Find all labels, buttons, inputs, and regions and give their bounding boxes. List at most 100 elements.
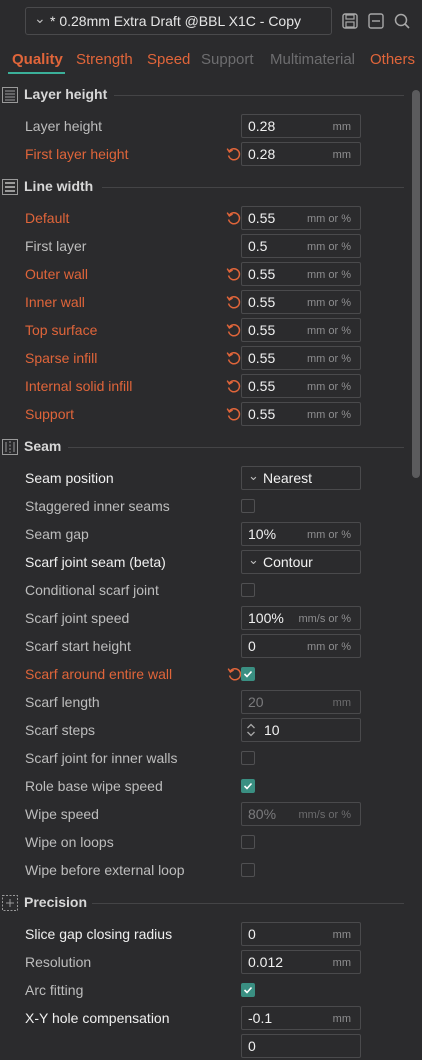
search-icon[interactable] <box>393 12 411 30</box>
tab-multimaterial[interactable]: Multimaterial <box>270 51 355 68</box>
field-unit: mm <box>332 121 351 133</box>
conditional-scarf-joint-checkbox[interactable] <box>241 583 255 597</box>
setting-label: Default <box>25 210 70 226</box>
section-divider <box>102 187 404 188</box>
scrollbar-thumb[interactable] <box>412 90 420 478</box>
xy-hole-compensation-input[interactable]: -0.1 mm <box>241 1006 361 1030</box>
setting-label: Scarf length <box>25 694 100 710</box>
setting-scarf-joint-inner-walls: Scarf joint for inner walls <box>0 744 404 772</box>
wipe-speed-input[interactable]: 80% mm/s or % <box>241 802 361 826</box>
section-title: Layer height <box>24 86 108 102</box>
field-value: 80% <box>248 806 277 822</box>
field-unit: mm/s or % <box>298 809 351 821</box>
setting-label: Role base wipe speed <box>25 778 163 794</box>
first-layer-height-input[interactable]: 0.28 mm <box>241 142 361 166</box>
role-base-wipe-speed-checkbox[interactable] <box>241 779 255 793</box>
field-value: 0.55 <box>248 322 276 338</box>
field-value: Contour <box>263 554 313 570</box>
setting-scarf-steps: Scarf steps 10 <box>0 716 404 744</box>
compare-icon[interactable] <box>367 12 385 30</box>
field-value: -0.1 <box>248 1010 273 1026</box>
setting-wipe-on-loops: Wipe on loops <box>0 828 404 856</box>
field-value: Nearest <box>263 470 313 486</box>
scarf-joint-seam-select[interactable]: ⌄ Contour <box>241 550 361 574</box>
partially-visible-input[interactable]: 0 <box>241 1034 361 1058</box>
section-title: Seam <box>24 438 62 454</box>
reset-icon[interactable] <box>226 322 242 338</box>
setting-label: Scarf around entire wall <box>25 666 173 682</box>
tab-speed[interactable]: Speed <box>147 51 190 68</box>
setting-label: Wipe speed <box>25 806 99 822</box>
resolution-input[interactable]: 0.012 mm <box>241 950 361 974</box>
field-unit: mm or % <box>307 529 351 541</box>
reset-icon[interactable] <box>226 350 242 366</box>
staggered-inner-seams-checkbox[interactable] <box>241 499 255 513</box>
field-value: 0.5 <box>248 238 268 254</box>
field-unit: mm or % <box>307 325 351 337</box>
reset-icon[interactable] <box>226 294 242 310</box>
save-icon[interactable] <box>341 12 359 30</box>
section-divider <box>92 903 404 904</box>
outer-wall-line-width-input[interactable]: 0.55 mm or % <box>241 262 361 286</box>
setting-label: First layer <box>25 238 87 254</box>
reset-icon[interactable] <box>226 146 242 162</box>
scarf-start-height-input[interactable]: 0 mm or % <box>241 634 361 658</box>
field-unit: mm/s or % <box>298 613 351 625</box>
scarf-around-entire-wall-checkbox[interactable] <box>241 667 255 681</box>
sparse-infill-line-width-input[interactable]: 0.55 mm or % <box>241 346 361 370</box>
field-value: 100% <box>248 610 284 626</box>
scarf-steps-stepper[interactable]: 10 <box>241 718 361 742</box>
top-surface-line-width-input[interactable]: 0.55 mm or % <box>241 318 361 342</box>
reset-icon[interactable] <box>226 378 242 394</box>
chevron-down-icon: ⌄ <box>248 552 259 567</box>
setting-label: Outer wall <box>25 266 89 282</box>
field-value: 0.28 <box>248 146 276 162</box>
scarf-length-input[interactable]: 20 mm <box>241 690 361 714</box>
setting-top-surface-line-width: Top surface 0.55 mm or % <box>0 316 404 344</box>
field-unit: mm or % <box>307 213 351 225</box>
tab-others[interactable]: Others <box>370 51 415 68</box>
tab-strength[interactable]: Strength <box>76 51 133 68</box>
setting-scarf-start-height: Scarf start height 0 mm or % <box>0 632 404 660</box>
wipe-on-loops-checkbox[interactable] <box>241 835 255 849</box>
field-unit: mm <box>332 697 351 709</box>
setting-scarf-joint-seam: Scarf joint seam (beta) ⌄ Contour <box>0 548 404 576</box>
setting-label: Internal solid infill <box>25 378 133 394</box>
field-value: 0.012 <box>248 954 284 970</box>
setting-label: Resolution <box>25 954 92 970</box>
spin-arrows-icon[interactable] <box>246 721 256 739</box>
setting-sparse-infill-line-width: Sparse infill 0.55 mm or % <box>0 344 404 372</box>
tab-quality[interactable]: Quality <box>12 51 63 68</box>
support-line-width-input[interactable]: 0.55 mm or % <box>241 402 361 426</box>
setting-wipe-speed: Wipe speed 80% mm/s or % <box>0 800 404 828</box>
default-line-width-input[interactable]: 0.55 mm or % <box>241 206 361 230</box>
arc-fitting-checkbox[interactable] <box>241 983 255 997</box>
reset-icon[interactable] <box>226 266 242 282</box>
setting-label: Scarf start height <box>25 638 131 654</box>
setting-inner-wall-line-width: Inner wall 0.55 mm or % <box>0 288 404 316</box>
internal-solid-infill-line-width-input[interactable]: 0.55 mm or % <box>241 374 361 398</box>
scarf-joint-speed-input[interactable]: 100% mm/s or % <box>241 606 361 630</box>
scarf-joint-inner-walls-checkbox[interactable] <box>241 751 255 765</box>
reset-icon[interactable] <box>226 210 242 226</box>
setting-seam-gap: Seam gap 10% mm or % <box>0 520 404 548</box>
chevron-down-icon: ⌄ <box>34 10 46 26</box>
wipe-before-external-loop-checkbox[interactable] <box>241 863 255 877</box>
first-layer-line-width-input[interactable]: 0.5 mm or % <box>241 234 361 258</box>
seam-gap-input[interactable]: 10% mm or % <box>241 522 361 546</box>
seam-position-select[interactable]: ⌄ Nearest <box>241 466 361 490</box>
field-value: 0.55 <box>248 294 276 310</box>
slice-gap-closing-radius-input[interactable]: 0 mm <box>241 922 361 946</box>
seam-icon <box>2 439 18 455</box>
layer-height-input[interactable]: 0.28 mm <box>241 114 361 138</box>
tab-support[interactable]: Support <box>201 51 254 68</box>
field-unit: mm <box>332 1013 351 1025</box>
preset-selector[interactable]: ⌄ * 0.28mm Extra Draft @BBL X1C - Copy <box>25 7 332 35</box>
field-value: 0 <box>248 926 256 942</box>
setting-label: Scarf steps <box>25 722 96 738</box>
field-value: 0.55 <box>248 266 276 282</box>
setting-resolution: Resolution 0.012 mm <box>0 948 404 976</box>
inner-wall-line-width-input[interactable]: 0.55 mm or % <box>241 290 361 314</box>
field-unit: mm or % <box>307 409 351 421</box>
reset-icon[interactable] <box>226 406 242 422</box>
